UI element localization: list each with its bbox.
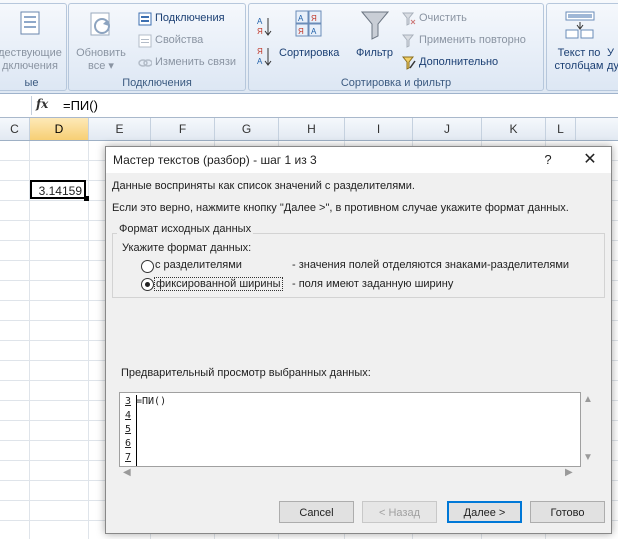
- scroll-left-icon[interactable]: ◀: [123, 467, 131, 478]
- radio-fixed-width-desc: - поля имеют заданную ширину: [292, 278, 454, 290]
- svg-text:Я: Я: [257, 47, 263, 56]
- column-header-f[interactable]: F: [151, 118, 215, 140]
- ribbon-group-get-external: дествующие дключения ые: [0, 3, 67, 91]
- svg-text:А: А: [257, 17, 263, 26]
- preview-label: Предварительный просмотр выбранных данны…: [121, 367, 371, 379]
- remove-duplicates-button[interactable]: У ду: [607, 47, 618, 73]
- format-prompt: Укажите формат данных:: [122, 242, 252, 254]
- formula-bar-separator: [31, 96, 32, 115]
- preview-pane[interactable]: 3 4 5 6 7 =ПИ(): [119, 392, 581, 467]
- properties-button[interactable]: Свойства: [155, 34, 203, 46]
- sort-az-icon[interactable]: АЯ: [257, 16, 273, 39]
- insert-function-icon[interactable]: fx: [36, 97, 48, 111]
- refresh-all-button[interactable]: Обновить все ▾: [71, 47, 131, 73]
- preview-horizontal-scrollbar[interactable]: ◀ ▶: [119, 465, 579, 482]
- svg-text:А: А: [298, 14, 304, 23]
- svg-text:Я: Я: [311, 14, 317, 23]
- scroll-right-icon[interactable]: ▶: [565, 467, 573, 478]
- preview-line-number: 4: [125, 410, 132, 421]
- column-header-j[interactable]: J: [413, 118, 482, 140]
- sort-icon: АЯЯА: [295, 10, 323, 41]
- text-to-columns-label-1: Текст по: [557, 47, 601, 59]
- text-import-wizard-dialog: Мастер текстов (разбор) - шаг 1 из 3 ? ✕…: [105, 146, 612, 534]
- formula-input[interactable]: =ПИ(): [63, 98, 98, 113]
- column-header-k[interactable]: K: [482, 118, 546, 140]
- back-button[interactable]: < Назад: [362, 501, 437, 523]
- scroll-down-icon[interactable]: ▼: [583, 452, 593, 463]
- existing-connections-icon: [19, 10, 43, 38]
- preview-text: =ПИ(): [136, 396, 167, 407]
- sort-za-icon[interactable]: ЯА: [257, 46, 273, 69]
- group-label-external: ые: [24, 77, 39, 89]
- preview-line-number: 7: [125, 452, 132, 463]
- ribbon: дествующие дключения ые Обновить все ▾ П…: [0, 0, 618, 94]
- reapply-icon: [401, 34, 416, 51]
- ribbon-group-connections: Обновить все ▾ Подключения Свойства Изме…: [68, 3, 246, 91]
- preview-line-numbers: 3 4 5 6 7: [122, 395, 137, 466]
- scroll-up-icon[interactable]: ▲: [583, 394, 593, 405]
- column-header-l[interactable]: L: [546, 118, 576, 140]
- radio-selected-dot: [145, 282, 150, 287]
- group-label-sort-filter: Сортировка и фильтр: [340, 77, 452, 89]
- ribbon-group-sort-filter: АЯ ЯА АЯЯА Сортировка Фильтр Очистить Пр…: [248, 3, 544, 91]
- active-cell[interactable]: 3.14159: [30, 180, 86, 199]
- format-groupbox-label: Формат исходных данных: [117, 223, 254, 235]
- radio-delimited-desc: - значения полей отделяются знаками-разд…: [292, 259, 570, 271]
- info-line-1: Данные восприняты как список значений с …: [112, 180, 415, 192]
- existing-connections-button[interactable]: дествующие дключения: [0, 47, 63, 73]
- svg-text:А: А: [257, 57, 263, 66]
- properties-icon: [138, 34, 152, 51]
- ribbon-group-data-tools: Текст по столбцам У ду: [546, 3, 618, 91]
- existing-connections-label-2: дключения: [2, 60, 58, 72]
- info-line-2: Если это верно, нажмите кнопку "Далее >"…: [112, 202, 569, 214]
- preview-line-number: 5: [125, 424, 132, 435]
- close-button[interactable]: ✕: [576, 150, 604, 170]
- radio-fixed-width-label[interactable]: фиксированной ширины: [154, 277, 283, 291]
- sort-button[interactable]: Сортировка: [279, 47, 339, 59]
- column-header-g[interactable]: G: [215, 118, 279, 140]
- clear-button[interactable]: Очистить: [419, 12, 467, 24]
- radio-fixed-width[interactable]: [141, 278, 154, 291]
- connections-button[interactable]: Подключения: [155, 12, 225, 24]
- help-button[interactable]: ?: [534, 150, 562, 170]
- refresh-label-1: Обновить: [76, 47, 126, 59]
- radio-delimited-label[interactable]: с разделителями: [155, 259, 242, 271]
- column-header-e[interactable]: E: [89, 118, 151, 140]
- advanced-button[interactable]: Дополнительно: [419, 56, 498, 68]
- preview-vertical-scrollbar[interactable]: ▲ ▼: [579, 392, 596, 465]
- column-header-d[interactable]: D: [30, 118, 89, 140]
- fill-handle[interactable]: [84, 196, 89, 201]
- finish-button[interactable]: Готово: [530, 501, 605, 523]
- radio-delimited[interactable]: [141, 260, 154, 273]
- advanced-filter-icon: [401, 56, 416, 73]
- next-button[interactable]: Далее >: [447, 501, 522, 523]
- cancel-button[interactable]: Cancel: [279, 501, 354, 523]
- svg-text:Я: Я: [298, 27, 304, 36]
- column-header-h[interactable]: H: [279, 118, 345, 140]
- column-header-c[interactable]: C: [0, 118, 30, 140]
- reapply-button[interactable]: Применить повторно: [419, 34, 526, 46]
- text-to-columns-label-2: столбцам: [554, 60, 604, 72]
- connections-icon: [138, 12, 152, 29]
- group-label-connections: Подключения: [122, 77, 192, 89]
- remove-duplicates-label-2: ду: [607, 60, 618, 72]
- text-to-columns-button[interactable]: Текст по столбцам: [549, 47, 609, 73]
- preview-line-number: 3: [125, 396, 132, 407]
- remove-duplicates-label-1: У: [607, 47, 614, 59]
- svg-text:А: А: [311, 27, 317, 36]
- refresh-label-2: все ▾: [88, 60, 114, 72]
- clear-filter-icon: [401, 12, 416, 29]
- preview-line-number: 6: [125, 438, 132, 449]
- text-to-columns-icon: [565, 10, 595, 43]
- refresh-all-icon: [87, 10, 117, 40]
- filter-icon: [360, 10, 390, 43]
- filter-button[interactable]: Фильтр: [356, 47, 393, 59]
- existing-connections-label-1: дествующие: [0, 47, 62, 59]
- edit-links-button[interactable]: Изменить связи: [155, 56, 236, 68]
- dialog-title: Мастер текстов (разбор) - шаг 1 из 3: [113, 153, 317, 167]
- edit-links-icon: [138, 56, 153, 73]
- column-header-i[interactable]: I: [345, 118, 413, 140]
- svg-text:Я: Я: [257, 27, 263, 36]
